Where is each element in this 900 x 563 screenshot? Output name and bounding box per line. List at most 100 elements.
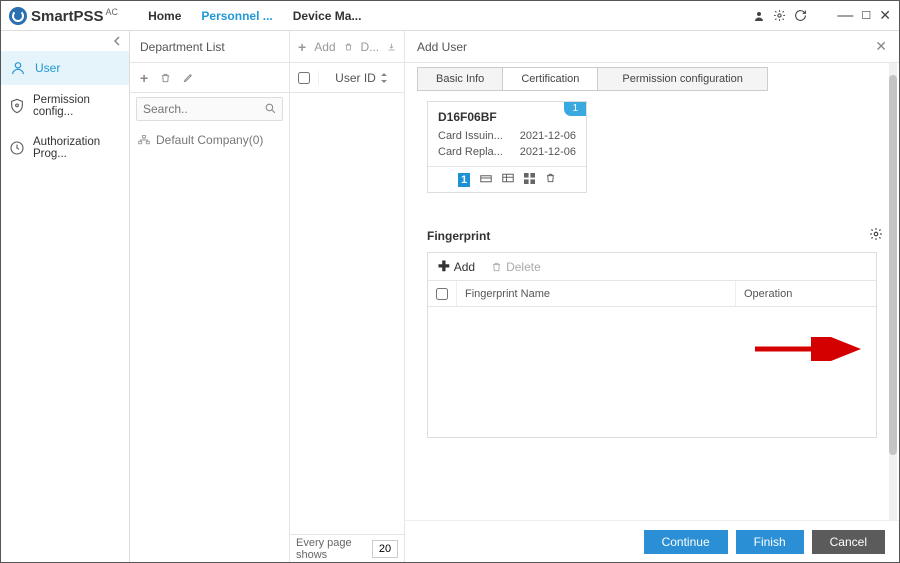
clock-icon xyxy=(9,140,25,156)
user-list-column: + Add D... User ID Every page shows xyxy=(290,31,405,562)
user-col-userid[interactable]: User ID xyxy=(318,71,404,85)
fp-col-operation: Operation xyxy=(736,281,876,306)
add-dept-icon[interactable]: + xyxy=(140,70,148,86)
fp-select-all-checkbox[interactable] xyxy=(436,288,448,300)
user-table-head: User ID xyxy=(290,63,404,93)
delete-user-label[interactable]: D... xyxy=(360,40,379,54)
gear-icon[interactable] xyxy=(773,9,786,22)
card-action-1[interactable]: 1 xyxy=(458,173,470,187)
fingerprint-settings-gear-icon[interactable] xyxy=(869,227,883,244)
fingerprint-add-button[interactable]: ✚ Add xyxy=(438,258,475,275)
fingerprint-title: Fingerprint xyxy=(427,229,490,243)
minimize-icon[interactable]: — xyxy=(837,11,853,21)
search-icon[interactable] xyxy=(264,102,277,118)
finish-button[interactable]: Finish xyxy=(736,530,804,554)
fingerprint-delete-button[interactable]: Delete xyxy=(491,260,541,274)
card-badge: 1 xyxy=(564,102,586,116)
close-icon[interactable]: ✕ xyxy=(875,38,887,55)
card-row2-label: Card Repla... xyxy=(438,144,503,160)
user-icon xyxy=(9,60,27,76)
panel-tabs: Basic Info Certification Permission conf… xyxy=(405,63,899,95)
sidebar-item-authorization[interactable]: Authorization Prog... xyxy=(1,127,129,169)
nav-personnel[interactable]: Personnel ... xyxy=(201,9,272,23)
card-row1-label: Card Issuin... xyxy=(438,128,503,144)
add-user-label[interactable]: Add xyxy=(314,40,335,54)
delete-user-icon[interactable] xyxy=(344,41,353,53)
sort-icon xyxy=(380,73,388,83)
page-size-input[interactable] xyxy=(372,540,398,558)
card-id: D16F06BF xyxy=(438,110,576,124)
add-user-panel: Add User ✕ Basic Info Certification Perm… xyxy=(405,31,899,562)
user-icon[interactable] xyxy=(753,10,765,22)
card-item[interactable]: 1 D16F06BF Card Issuin... 2021-12-06 Card… xyxy=(427,101,587,193)
fingerprint-box: ✚ Add Delete Fingerprint Name Operation xyxy=(427,252,877,438)
card-action-4-icon[interactable] xyxy=(524,173,535,187)
trash-icon xyxy=(491,261,502,273)
dept-header: Department List xyxy=(130,31,289,63)
dept-search-input[interactable] xyxy=(136,97,283,121)
title-actions: — ☐ ✕ xyxy=(753,7,891,24)
side-nav: User Permission config... Authorization … xyxy=(1,51,129,169)
fingerprint-section-header: Fingerprint xyxy=(427,227,877,244)
continue-button[interactable]: Continue xyxy=(644,530,728,554)
card-delete-icon[interactable] xyxy=(545,172,556,187)
shield-icon xyxy=(9,98,25,114)
edit-dept-icon[interactable] xyxy=(183,72,194,83)
user-select-all-checkbox[interactable] xyxy=(298,72,310,84)
sync-icon[interactable] xyxy=(794,9,807,22)
tab-permission[interactable]: Permission configuration xyxy=(598,67,767,91)
dept-toolbar: + xyxy=(130,63,289,93)
chevron-left-icon xyxy=(113,36,121,46)
maximize-icon[interactable]: ☐ xyxy=(861,9,871,22)
fp-add-label: Add xyxy=(454,260,475,274)
user-col-userid-label: User ID xyxy=(335,71,376,85)
sidebar-item-user[interactable]: User xyxy=(1,51,129,85)
top-nav: Home Personnel ... Device Ma... xyxy=(148,9,361,23)
user-table-body xyxy=(290,93,404,534)
user-toolbar: + Add D... xyxy=(290,31,404,63)
brand-text: SmartPSS xyxy=(31,8,104,25)
card-toolbar: 1 xyxy=(428,166,586,192)
export-icon[interactable] xyxy=(387,41,396,53)
footer-label: Every page shows xyxy=(296,537,366,561)
cancel-button[interactable]: Cancel xyxy=(812,530,885,554)
close-window-icon[interactable]: ✕ xyxy=(879,7,891,24)
panel-footer: Continue Finish Cancel xyxy=(405,520,899,562)
add-user-icon[interactable]: + xyxy=(298,39,306,55)
nav-device[interactable]: Device Ma... xyxy=(293,9,362,23)
card-row2-val: 2021-12-06 xyxy=(520,144,576,160)
org-icon xyxy=(138,135,150,145)
card-action-2-icon[interactable] xyxy=(480,173,492,186)
dept-tree-root-label: Default Company(0) xyxy=(156,133,263,147)
left-sidebar: User Permission config... Authorization … xyxy=(1,31,130,562)
sidebar-item-label: Permission config... xyxy=(33,94,121,118)
app-logo-icon xyxy=(9,7,27,25)
sidebar-item-label: Authorization Prog... xyxy=(33,136,121,160)
tab-basic-info[interactable]: Basic Info xyxy=(417,67,503,91)
department-column: Department List + Default Company(0) xyxy=(130,31,290,562)
fingerprint-toolbar: ✚ Add Delete xyxy=(428,253,876,281)
card-row1-val: 2021-12-06 xyxy=(520,128,576,144)
main-layout: User Permission config... Authorization … xyxy=(1,31,899,562)
dept-tree-root[interactable]: Default Company(0) xyxy=(138,133,281,147)
fingerprint-table-body xyxy=(428,307,876,437)
nav-home[interactable]: Home xyxy=(148,9,181,23)
delete-dept-icon[interactable] xyxy=(160,72,171,84)
sidebar-item-label: User xyxy=(35,61,60,75)
brand-sup: AC xyxy=(106,7,119,17)
scrollbar-thumb[interactable] xyxy=(889,75,897,455)
fp-delete-label: Delete xyxy=(506,260,541,274)
user-table-footer: Every page shows xyxy=(290,534,404,562)
panel-header: Add User ✕ xyxy=(405,31,899,63)
dept-tree: Default Company(0) xyxy=(130,125,289,155)
card-action-3-icon[interactable] xyxy=(502,173,514,186)
panel-title: Add User xyxy=(417,40,467,54)
sidebar-item-permission[interactable]: Permission config... xyxy=(1,85,129,127)
plus-icon: ✚ xyxy=(438,258,450,275)
dept-search-wrap xyxy=(130,93,289,125)
panel-content: 1 D16F06BF Card Issuin... 2021-12-06 Card… xyxy=(405,95,899,520)
tab-certification[interactable]: Certification xyxy=(503,67,598,91)
brand-name: SmartPSSAC xyxy=(31,7,118,25)
title-bar: SmartPSSAC Home Personnel ... Device Ma.… xyxy=(1,1,899,31)
sidebar-collapse[interactable] xyxy=(1,31,129,51)
